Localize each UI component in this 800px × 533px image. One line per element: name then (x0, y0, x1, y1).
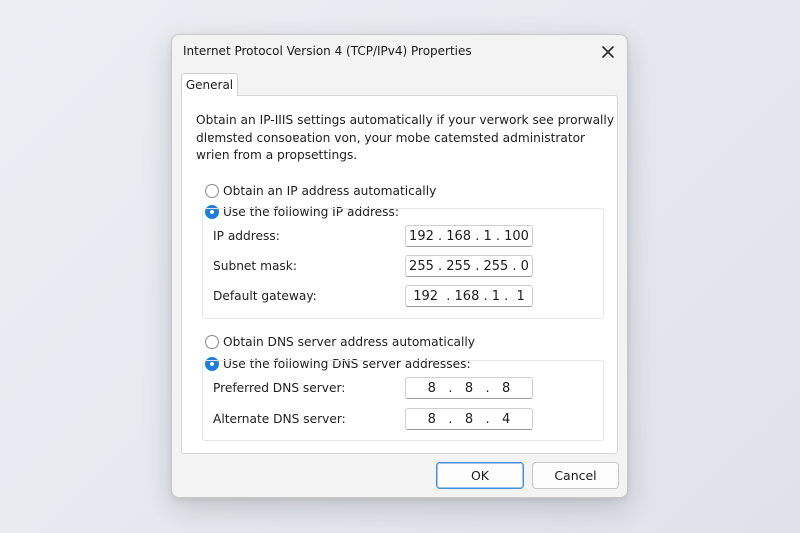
dialog-title: Internet Protocol Version 4 (TCP/IPv4) P… (183, 44, 472, 58)
title-bar: Internet Protocol Version 4 (TCP/IPv4) P… (172, 35, 627, 69)
preferred-dns-label: Preferred DNS server: (213, 381, 346, 395)
tab-general[interactable]: General (181, 73, 238, 96)
ip-address-input[interactable]: 192 . 168 . 1 . 100 (405, 225, 533, 247)
description-line: wrien from a propsettings. (196, 148, 358, 162)
ip-address-group: IP address: 192 . 168 . 1 . 100 Subnet m… (202, 208, 604, 319)
default-gateway-label: Default gateway: (213, 289, 317, 303)
radio-label: Obtain an IP address automatically (223, 184, 437, 198)
description-line: dlɐmsted consoɐation von, your mobe cate… (196, 130, 586, 145)
description-text: Obtain an IP-IIIS settings automatically… (196, 112, 615, 165)
description-line: Obtain an IP-IIIS settings automatically… (196, 113, 615, 127)
default-gateway-input[interactable]: 192 . 168 . 1 . 1 (405, 285, 533, 307)
radio-button-unchecked[interactable] (205, 184, 219, 198)
subnet-mask-label: Subnet mask: (213, 259, 297, 273)
cancel-button[interactable]: Cancel (532, 462, 619, 489)
general-tab-panel: Obtain an IP-IIIS settings automatically… (181, 95, 618, 454)
close-button[interactable] (595, 39, 621, 65)
alternate-dns-label: Alternate DNS server: (213, 412, 346, 426)
preferred-dns-input[interactable]: 8 . 8 . 8 (405, 377, 533, 399)
ip-address-label: IP address: (213, 229, 280, 243)
dns-server-group: Preferred DNS server: 8 . 8 . 8 Alternat… (202, 360, 604, 441)
ok-button[interactable]: OK (436, 462, 524, 489)
radio-button-unchecked[interactable] (205, 335, 219, 349)
alternate-dns-input[interactable]: 8 . 8 . 4 (405, 408, 533, 430)
radio-obtain-dns-auto[interactable]: Obtain DNS server address automatically (205, 334, 475, 350)
radio-obtain-ip-auto[interactable]: Obtain an IP address automatically (205, 183, 436, 199)
close-icon (602, 46, 614, 58)
tcpip-properties-dialog: Internet Protocol Version 4 (TCP/IPv4) P… (171, 34, 628, 498)
radio-label: Obtain DNS server address automatically (223, 335, 475, 349)
subnet-mask-input[interactable]: 255 . 255 . 255 . 0 (405, 255, 533, 277)
